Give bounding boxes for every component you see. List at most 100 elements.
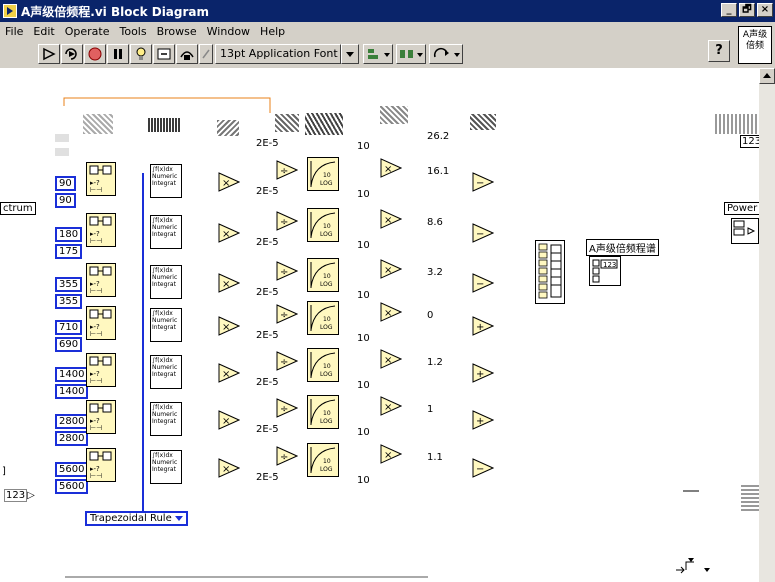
multiply-icon: ×: [218, 363, 241, 383]
a-weighted-octave-spectrum-indicator[interactable]: 123: [589, 256, 621, 286]
log10-node: 10 LOG: [307, 395, 339, 429]
menu-browse[interactable]: Browse: [152, 25, 202, 38]
multiplier-constant: 10: [357, 240, 370, 251]
connector-pane-icon[interactable]: A声级倍频: [738, 26, 772, 64]
integral-symbol-icon: ∫f(x)dx: [152, 452, 173, 459]
divide-icon: ÷: [276, 160, 299, 180]
align-objects-icon[interactable]: [363, 44, 393, 64]
font-select[interactable]: 13pt Application Font: [215, 44, 341, 64]
multiplier-constant: 10: [357, 189, 370, 200]
numeric-label: Numeric: [152, 274, 178, 281]
menu-window[interactable]: Window: [202, 25, 255, 38]
multiply-icon: ×: [380, 259, 403, 279]
band-high-constant[interactable]: 355: [55, 277, 83, 292]
scroll-up-arrow-icon[interactable]: [759, 68, 775, 84]
svg-text:÷: ÷: [280, 310, 288, 321]
font-dropdown-arrow-icon[interactable]: [341, 44, 359, 64]
multiply-icon: ×: [218, 223, 241, 243]
band-high-constant[interactable]: 2800: [55, 414, 89, 429]
top-partial-constant: [55, 134, 69, 142]
band-low-constant[interactable]: 690: [55, 337, 83, 352]
restore-button[interactable]: 🗗: [739, 3, 755, 17]
array-subset-node: ▸-? ⊢⊣: [86, 448, 116, 482]
svg-text:÷: ÷: [280, 166, 288, 177]
svg-text:LOG: LOG: [320, 180, 333, 187]
svg-text:−: −: [476, 464, 484, 475]
reference-pressure-constant: 2E-5: [256, 424, 279, 435]
minimize-button[interactable]: _: [721, 3, 737, 17]
window-titlebar[interactable]: A声级倍频程.vi Block Diagram _ 🗗 ×: [0, 0, 775, 22]
integral-symbol-icon: ∫f(x)dx: [152, 404, 173, 411]
power-spectrum-label: Power Spe: [724, 202, 759, 215]
step-out-icon[interactable]: [199, 44, 213, 64]
svg-text:123: 123: [603, 261, 616, 269]
band-low-constant[interactable]: 1400: [55, 384, 89, 399]
multiply-icon: ×: [218, 410, 241, 430]
reorder-icon[interactable]: [429, 44, 463, 64]
top-partial-node: [217, 120, 239, 136]
band-low-constant[interactable]: 355: [55, 294, 83, 309]
integrat-label: Integrat: [152, 466, 176, 473]
svg-text:×: ×: [222, 322, 230, 333]
menu-file[interactable]: File: [0, 25, 28, 38]
band-high-constant[interactable]: 90: [55, 176, 76, 191]
numeric-label: Numeric: [152, 364, 178, 371]
df-terminal: [741, 483, 759, 511]
top-partial-node: [275, 114, 299, 132]
top-const-label: 2E-5: [256, 138, 279, 149]
integrat-label: Integrat: [152, 231, 176, 238]
band-high-constant[interactable]: 180: [55, 227, 83, 242]
multiply-icon: ×: [380, 209, 403, 229]
numeric-integration-node: ∫f(x)dx Numeric Integrat: [150, 265, 182, 299]
integral-symbol-icon: ∫f(x)dx: [152, 166, 173, 173]
step-into-icon[interactable]: [153, 44, 175, 64]
a-weighted-octave-spectrum-label: A声级倍频程谱: [586, 239, 659, 256]
build-array-node: [535, 240, 565, 304]
band-high-constant[interactable]: 5600: [55, 462, 89, 477]
band-high-constant[interactable]: 1400: [55, 367, 89, 382]
run-continuously-icon[interactable]: [61, 44, 83, 64]
band-low-constant[interactable]: 90: [55, 193, 76, 208]
subtract-icon: −: [472, 458, 495, 478]
pause-icon[interactable]: [107, 44, 129, 64]
subtract-icon: −: [472, 223, 495, 243]
distribute-objects-icon[interactable]: [396, 44, 426, 64]
band-low-constant[interactable]: 2800: [55, 431, 89, 446]
reference-pressure-constant: 2E-5: [256, 287, 279, 298]
a-weighting-offset-constant: 16.1: [427, 166, 450, 177]
band-low-constant[interactable]: 5600: [55, 479, 89, 494]
svg-text:⊢⊣: ⊢⊣: [90, 237, 102, 245]
svg-text:LOG: LOG: [320, 466, 333, 473]
menu-edit[interactable]: Edit: [28, 25, 59, 38]
numeric-integration-node: ∫f(x)dx Numeric Integrat: [150, 164, 182, 198]
integration-method-select[interactable]: Trapezoidal Rule: [85, 511, 188, 526]
block-diagram-canvas[interactable]: 2E-5 10 26.2 123 ctrum ] 123▷ Power Spe …: [0, 68, 759, 582]
multiplier-constant: 10: [357, 333, 370, 344]
multiply-icon: ×: [218, 172, 241, 192]
array-subset-node: ▸-? ⊢⊣: [86, 263, 116, 297]
svg-text:+: +: [476, 322, 484, 333]
menu-help[interactable]: Help: [255, 25, 290, 38]
numeric-label: Numeric: [152, 317, 178, 324]
divide-icon: ÷: [276, 261, 299, 281]
help-context-icon[interactable]: ?: [708, 40, 730, 62]
svg-text:×: ×: [222, 369, 230, 380]
vertical-scrollbar[interactable]: [759, 68, 775, 582]
step-over-icon[interactable]: [176, 44, 198, 64]
multiply-icon: ×: [218, 316, 241, 336]
menu-operate[interactable]: Operate: [60, 25, 115, 38]
band-low-constant[interactable]: 175: [55, 244, 83, 259]
bottom-right-node: [676, 556, 716, 576]
abort-icon[interactable]: [84, 44, 106, 64]
svg-text:10: 10: [323, 410, 331, 417]
top-offset-label: 26.2: [427, 131, 450, 142]
log10-node: 10 LOG: [307, 157, 339, 191]
menu-tools[interactable]: Tools: [115, 25, 152, 38]
run-arrow-icon[interactable]: [38, 44, 60, 64]
close-button[interactable]: ×: [757, 3, 773, 17]
multiplier-constant: 10: [357, 475, 370, 486]
band-high-constant[interactable]: 710: [55, 320, 83, 335]
svg-text:10: 10: [323, 316, 331, 323]
labview-vi-icon: [3, 4, 17, 18]
highlight-execution-icon[interactable]: [130, 44, 152, 64]
